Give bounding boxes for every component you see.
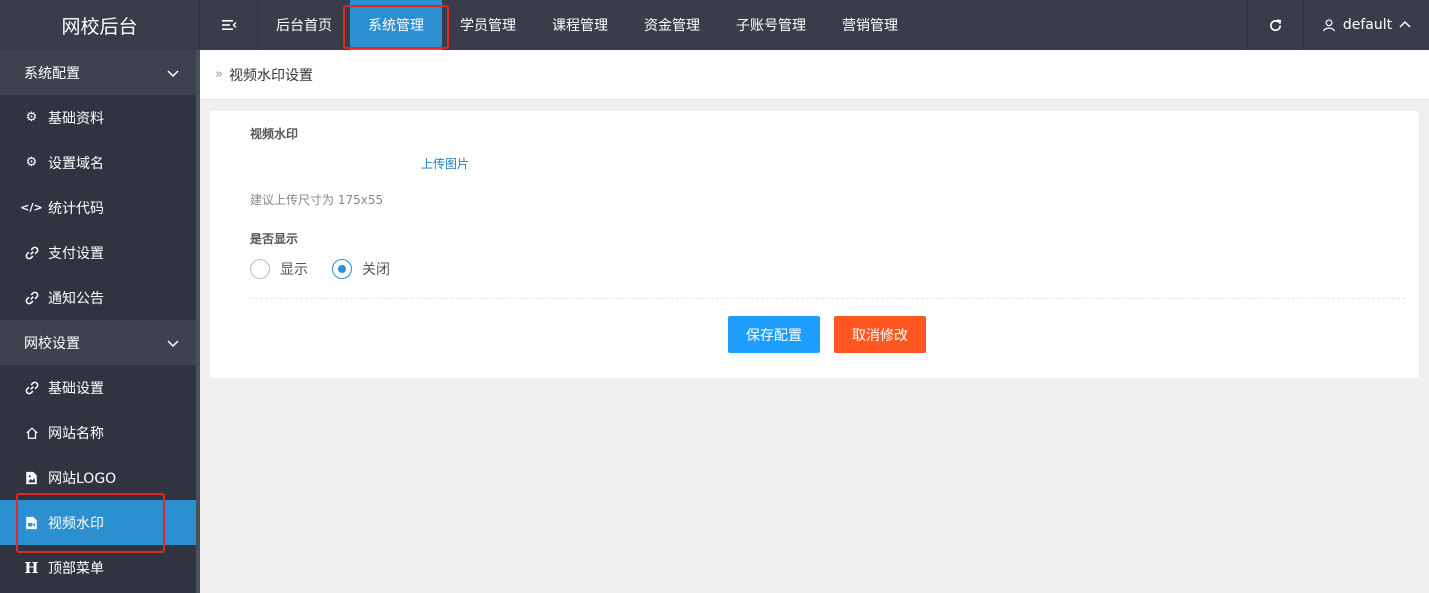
gear-icon: ⚙ bbox=[25, 110, 38, 125]
top-nav: 后台首页 系统管理 学员管理 课程管理 资金管理 子账号管理 营销管理 bbox=[258, 0, 916, 50]
link-icon bbox=[24, 245, 39, 260]
sidebar-item-domain[interactable]: ⚙ 设置域名 bbox=[0, 140, 196, 185]
sidebar-item-basic-settings[interactable]: 基础设置 bbox=[0, 365, 196, 410]
user-icon bbox=[1322, 19, 1335, 32]
sidebar-item-label: 基础设置 bbox=[48, 380, 104, 397]
double-chevron-right-icon: » bbox=[215, 67, 223, 82]
link-icon bbox=[24, 290, 39, 305]
breadcrumb: » 视频水印设置 bbox=[200, 50, 1429, 100]
sidebar-item-label: 视频水印 bbox=[48, 515, 104, 532]
watermark-label: 视频水印 bbox=[250, 127, 299, 141]
code-icon: </> bbox=[20, 201, 43, 214]
sidebar-item-video-watermark[interactable]: 视频水印 bbox=[0, 493, 196, 553]
sidebar-item-basic-info[interactable]: ⚙ 基础资料 bbox=[0, 95, 196, 140]
image-icon bbox=[24, 470, 39, 485]
user-name: default bbox=[1342, 17, 1393, 33]
watermark-settings-panel: 视频水印 上传图片 建议上传尺寸为 175x55 是否显示 显示 关闭 保存配置… bbox=[210, 111, 1419, 378]
user-menu[interactable]: default bbox=[1303, 0, 1429, 50]
sidebar-item-label: 网站名称 bbox=[48, 425, 104, 442]
sidebar-group-system-config[interactable]: 系统配置 bbox=[0, 50, 196, 95]
menu-toggle-icon bbox=[221, 20, 236, 30]
menu-toggle-button[interactable] bbox=[200, 0, 258, 50]
sidebar-item-label: 设置域名 bbox=[48, 155, 104, 172]
sidebar-item-label: 通知公告 bbox=[48, 290, 104, 307]
nav-marketing-management[interactable]: 营销管理 bbox=[824, 0, 916, 50]
heading-icon: H bbox=[24, 558, 39, 577]
nav-subaccount-management[interactable]: 子账号管理 bbox=[718, 0, 824, 50]
save-config-button[interactable]: 保存配置 bbox=[728, 316, 820, 353]
sidebar-item-label: 基础资料 bbox=[48, 110, 104, 127]
video-file-icon bbox=[24, 515, 39, 530]
sidebar-item-label: 网站LOGO bbox=[48, 470, 117, 487]
radio-hide[interactable] bbox=[332, 259, 352, 279]
top-header: 网校后台 后台首页 系统管理 学员管理 课程管理 资金管理 子账号管理 营销管理 bbox=[0, 0, 1429, 50]
sidebar-group-school-settings[interactable]: 网校设置 bbox=[0, 320, 196, 365]
cancel-changes-button[interactable]: 取消修改 bbox=[834, 316, 926, 353]
gear-icon: ⚙ bbox=[25, 155, 38, 170]
sidebar-item-stats-code[interactable]: </> 统计代码 bbox=[0, 185, 196, 230]
sidebar-group-label: 系统配置 bbox=[24, 65, 80, 82]
refresh-button[interactable] bbox=[1247, 0, 1303, 50]
radio-show-label[interactable]: 显示 bbox=[280, 259, 308, 279]
radio-hide-label[interactable]: 关闭 bbox=[362, 259, 390, 279]
nav-student-management[interactable]: 学员管理 bbox=[442, 0, 534, 50]
upload-size-hint: 建议上传尺寸为 175x55 bbox=[250, 193, 384, 207]
radio-show[interactable] bbox=[250, 259, 270, 279]
sidebar-item-notice[interactable]: 通知公告 bbox=[0, 275, 196, 320]
header-right: default bbox=[1247, 0, 1429, 50]
sidebar-item-payment[interactable]: 支付设置 bbox=[0, 230, 196, 275]
nav-home[interactable]: 后台首页 bbox=[258, 0, 350, 50]
breadcrumb-current: 视频水印设置 bbox=[228, 67, 313, 84]
sidebar-group-label: 网校设置 bbox=[24, 335, 80, 352]
sidebar-item-label: 统计代码 bbox=[48, 200, 104, 217]
display-label: 是否显示 bbox=[250, 232, 299, 246]
link-icon bbox=[24, 380, 39, 395]
sidebar-item-label: 支付设置 bbox=[48, 245, 104, 262]
sidebar: 系统配置 ⚙ 基础资料 ⚙ 设置域名 </> 统计代码 支付设置 通知公告 网校… bbox=[0, 50, 200, 593]
sidebar-item-site-name[interactable]: 网站名称 bbox=[0, 410, 196, 455]
chevron-down-icon bbox=[167, 339, 179, 347]
logo[interactable]: 网校后台 bbox=[0, 0, 200, 50]
chevron-down-icon bbox=[167, 69, 179, 77]
chevron-up-icon bbox=[1399, 20, 1411, 28]
upload-image-link[interactable]: 上传图片 bbox=[421, 155, 469, 172]
sidebar-item-top-menu[interactable]: H 顶部菜单 bbox=[0, 545, 196, 590]
nav-system-management[interactable]: 系统管理 bbox=[343, 0, 449, 50]
form-divider bbox=[250, 298, 1405, 299]
home-icon bbox=[24, 425, 39, 440]
sidebar-item-label: 顶部菜单 bbox=[48, 560, 104, 577]
nav-course-management[interactable]: 课程管理 bbox=[534, 0, 626, 50]
display-radio-group: 显示 关闭 bbox=[250, 259, 390, 279]
refresh-icon bbox=[1270, 19, 1282, 31]
nav-funds-management[interactable]: 资金管理 bbox=[626, 0, 718, 50]
